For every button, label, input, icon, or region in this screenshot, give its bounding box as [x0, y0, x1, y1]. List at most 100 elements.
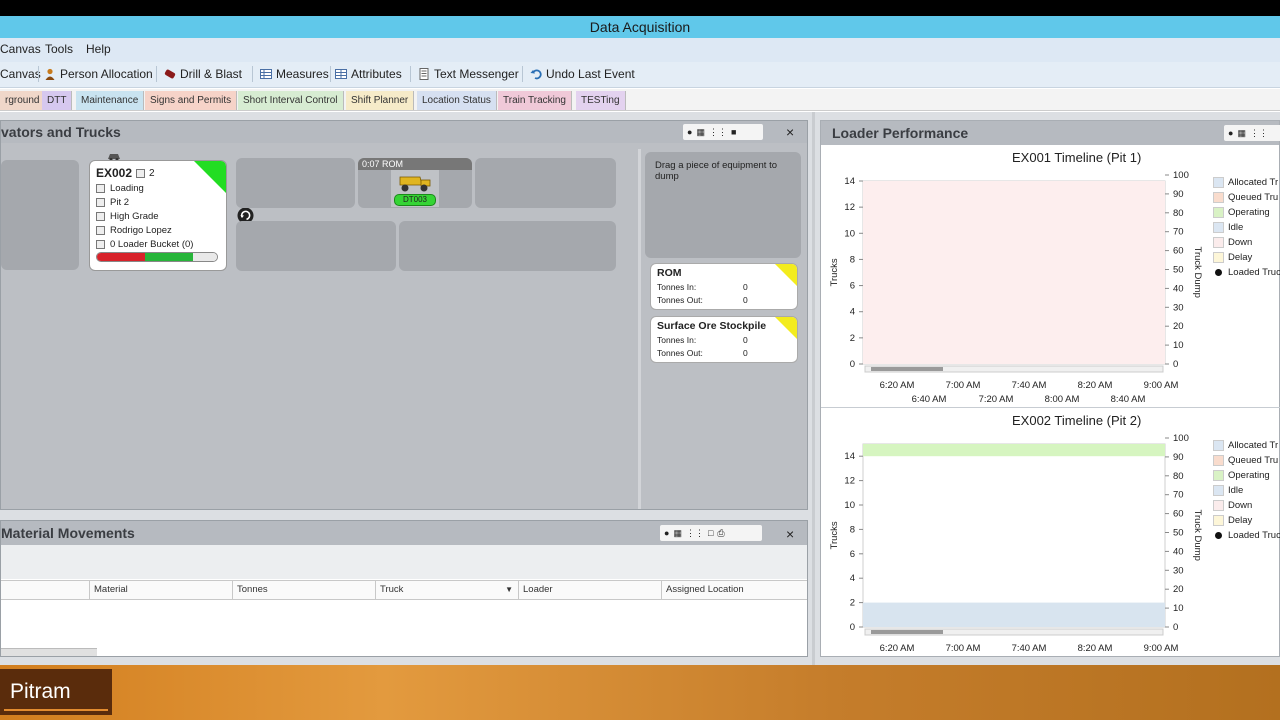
legend-item: Queued Tru: [1213, 192, 1278, 203]
person-icon[interactable]: ●: [664, 528, 669, 538]
tab-location-status[interactable]: Location Status: [417, 91, 497, 110]
measures-button[interactable]: Measures: [260, 67, 329, 81]
column-material[interactable]: Material: [89, 581, 232, 599]
panel-close-button[interactable]: ×: [786, 526, 794, 542]
tonnes-out-value: 0: [743, 348, 748, 358]
drill-blast-button[interactable]: Drill & Blast: [164, 67, 242, 81]
y-axis-title: Trucks: [829, 521, 840, 549]
layout-icon[interactable]: ▦: [673, 528, 682, 539]
tab-signs-and-permits[interactable]: Signs and Permits: [145, 91, 238, 110]
empty-status-icon: [193, 253, 217, 261]
panel-toolbox[interactable]: ● ▦ ⋮⋮ □ ⎙: [660, 525, 762, 541]
column-assigned-location[interactable]: Assigned Location: [661, 581, 808, 599]
truck-icon[interactable]: ■: [731, 127, 736, 137]
export-icon[interactable]: □: [708, 528, 713, 538]
horizontal-scrollbar[interactable]: [1, 648, 97, 656]
grid-icon[interactable]: ⋮⋮: [709, 127, 727, 138]
x-tick-label: 7:40 AM: [1012, 643, 1047, 654]
truck-tile[interactable]: DT003: [391, 170, 439, 207]
legend-swatch: [1213, 515, 1224, 526]
truck-slot[interactable]: [236, 158, 355, 208]
chart-title: EX001 Timeline (Pit 1): [1012, 150, 1142, 165]
tonnes-in-value: 0: [743, 335, 748, 345]
menu-tools[interactable]: Tools: [45, 42, 73, 56]
tab-dtt[interactable]: DTT: [42, 91, 73, 110]
top-screen-bar: [0, 0, 1280, 16]
tab-underground[interactable]: rground: [0, 91, 46, 110]
grid-icon[interactable]: ⋮⋮: [686, 528, 704, 539]
truck-queue-slot[interactable]: 0:07 ROM DT003: [358, 158, 472, 208]
legend-item: Delay: [1213, 515, 1252, 526]
loader-card-ex002[interactable]: EX002 2 Loading Pit 2 High Grade Rodrigo…: [89, 160, 227, 271]
operator-icon: [96, 225, 105, 235]
legend-swatch: [1213, 222, 1224, 233]
truck-slot[interactable]: [475, 158, 616, 208]
column-loader[interactable]: Loader: [518, 581, 661, 599]
column-tonnes[interactable]: Tonnes: [232, 581, 375, 599]
y2-tick-label: 10: [1173, 340, 1184, 351]
chart-scrollbar-thumb[interactable]: [871, 367, 943, 371]
legend-item: Loaded Truc: [1213, 267, 1280, 278]
dump-truck-icon: [399, 176, 431, 192]
y2-tick-label: 70: [1173, 490, 1184, 501]
loader-status-strip: [96, 252, 218, 262]
tab-short-interval-control[interactable]: Short Interval Control: [238, 91, 344, 110]
tab-label: TESTing: [581, 95, 620, 106]
y-tick-label: 2: [850, 598, 855, 609]
panel-splitter[interactable]: [812, 112, 815, 665]
toolbar-separator: [252, 66, 253, 82]
truck-slot[interactable]: [399, 221, 616, 271]
y-tick-label: 10: [844, 500, 855, 511]
print-icon[interactable]: ⎙: [717, 528, 724, 539]
text-messenger-button[interactable]: Text Messenger: [418, 67, 519, 81]
attributes-button[interactable]: Attributes: [335, 67, 402, 81]
layout-icon[interactable]: ▦: [696, 127, 705, 138]
stockpile-rom[interactable]: ROM Tonnes In: 0 Tonnes Out: 0: [650, 263, 798, 310]
undo-last-event-button[interactable]: Undo Last Event: [530, 67, 635, 81]
menu-help[interactable]: Help: [86, 42, 111, 56]
tab-train-tracking[interactable]: Train Tracking: [498, 91, 572, 110]
y-tick-label: 6: [850, 281, 855, 292]
x-tick-label: 6:40 AM: [912, 394, 947, 405]
person-icon[interactable]: ●: [687, 127, 692, 137]
legend-label: Idle: [1228, 222, 1244, 233]
loader-slot[interactable]: [1, 160, 79, 270]
legend-swatch: [1213, 192, 1224, 203]
panel-close-button[interactable]: ×: [786, 124, 794, 140]
tab-maintenance[interactable]: Maintenance: [76, 91, 145, 110]
legend-item: Allocated Tr: [1213, 440, 1278, 451]
window-title: Data Acquisition: [589, 19, 691, 35]
panel-header: Loader Performance: [821, 121, 1279, 145]
tab-shift-planner[interactable]: Shift Planner: [346, 91, 415, 110]
stockpile-surface-ore[interactable]: Surface Ore Stockpile Tonnes In: 0 Tonnes…: [650, 316, 798, 363]
grid-icon[interactable]: ⋮⋮: [1250, 128, 1268, 139]
attributes-grid-icon: [335, 69, 347, 79]
tab-testing[interactable]: TESTing: [576, 91, 626, 110]
truck-slot[interactable]: [236, 221, 396, 271]
panel-toolbox[interactable]: ● ▦ ⋮⋮: [1224, 125, 1280, 141]
menu-canvas[interactable]: Canvas: [0, 42, 41, 56]
tonnes-out-label: Tonnes Out:: [657, 348, 703, 358]
y2-tick-label: 40: [1173, 546, 1184, 557]
dump-hint: Drag a piece of equipment to dump: [655, 160, 777, 182]
chevron-down-icon[interactable]: ▼: [505, 581, 513, 599]
state-band-down: [863, 181, 1165, 364]
person-icon[interactable]: ●: [1228, 128, 1233, 138]
grouping-area: [1, 545, 807, 579]
legend-swatch: [1213, 455, 1224, 466]
y2-tick-label: 20: [1173, 321, 1184, 332]
y2-axis-title: Truck Dump: [1192, 247, 1203, 298]
y2-tick-label: 30: [1173, 565, 1184, 576]
person-allocation-button[interactable]: Person Allocation: [44, 67, 153, 81]
check-icon: [169, 253, 193, 261]
ex001-timeline-chart: 141210864201009080706050403020100Trucks T…: [829, 170, 1203, 405]
layout-icon[interactable]: ▦: [1237, 128, 1246, 139]
toolbar-separator: [38, 66, 39, 82]
column-truck[interactable]: Truck ▼: [375, 581, 518, 599]
chart-scrollbar-thumb[interactable]: [871, 630, 943, 634]
canvas-button[interactable]: Canvas: [0, 67, 41, 81]
loader-buckets: 0 Loader Bucket (0): [110, 238, 194, 250]
panel-title: Loader Performance: [832, 125, 969, 141]
dump-drop-zone[interactable]: Drag a piece of equipment to dump: [645, 152, 801, 258]
panel-toolbox[interactable]: ● ▦ ⋮⋮ ■: [683, 124, 763, 140]
